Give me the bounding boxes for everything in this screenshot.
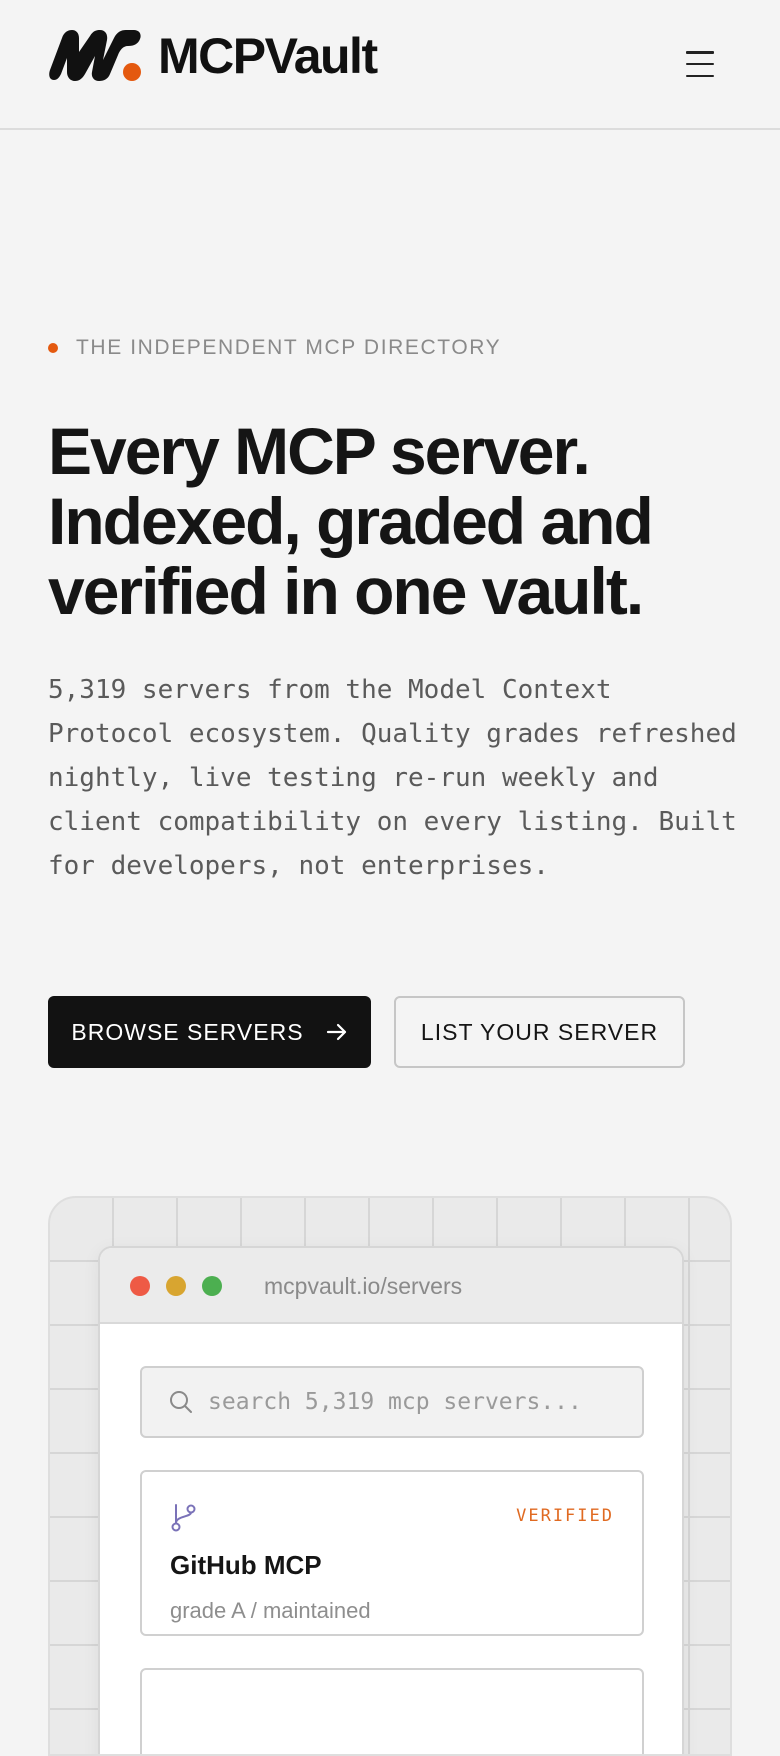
verified-badge: VERIFIED (516, 1506, 614, 1526)
brand-name: MCPVault (158, 28, 378, 84)
browser-toolbar: mcpvault.io/servers (100, 1248, 682, 1324)
git-branch-icon (171, 1504, 196, 1532)
server-card[interactable] (140, 1668, 644, 1754)
list-your-server-button[interactable]: LIST YOUR SERVER (394, 996, 685, 1068)
mcpvault-logo-icon (49, 30, 141, 81)
brand-logo[interactable]: MCPVault (48, 28, 378, 84)
site-header: MCPVault (0, 0, 780, 130)
window-maximize-icon (202, 1276, 222, 1296)
window-close-icon (130, 1276, 150, 1296)
hero-description: 5,319 servers from the Model Context Pro… (48, 675, 737, 881)
server-meta: grade A / maintained (170, 1598, 371, 1623)
window-minimize-icon (166, 1276, 186, 1296)
browse-servers-button[interactable]: BROWSE SERVERS (48, 996, 371, 1068)
server-card[interactable]: VERIFIED GitHub MCP grade A / maintained (140, 1470, 644, 1636)
eyebrow-text: THE INDEPENDENT MCP DIRECTORY (76, 336, 502, 359)
search-icon (170, 1391, 192, 1413)
list-your-server-label: LIST YOUR SERVER (420, 1018, 659, 1045)
arrow-right-icon (326, 1023, 346, 1041)
accent-dot-icon (48, 343, 58, 353)
browser-window: mcpvault.io/servers VERIFIED GitHub MCP … (98, 1246, 684, 1754)
hero-eyebrow: THE INDEPENDENT MCP DIRECTORY (48, 336, 501, 360)
browse-servers-label: BROWSE SERVERS (71, 1018, 304, 1045)
hero-headline: Every MCP server. Indexed, graded and ve… (48, 416, 748, 626)
server-search[interactable] (140, 1366, 644, 1438)
browser-url: mcpvault.io/servers (264, 1273, 463, 1299)
server-name: GitHub MCP (170, 1550, 322, 1580)
product-preview: mcpvault.io/servers VERIFIED GitHub MCP … (48, 1196, 732, 1756)
hamburger-menu-icon[interactable] (682, 46, 718, 82)
search-input[interactable] (208, 1389, 628, 1415)
headline-line-1: Every MCP server. (48, 414, 591, 488)
headline-line-2: Indexed, graded and (48, 484, 654, 558)
headline-line-3: verified in one vault. (48, 554, 644, 628)
